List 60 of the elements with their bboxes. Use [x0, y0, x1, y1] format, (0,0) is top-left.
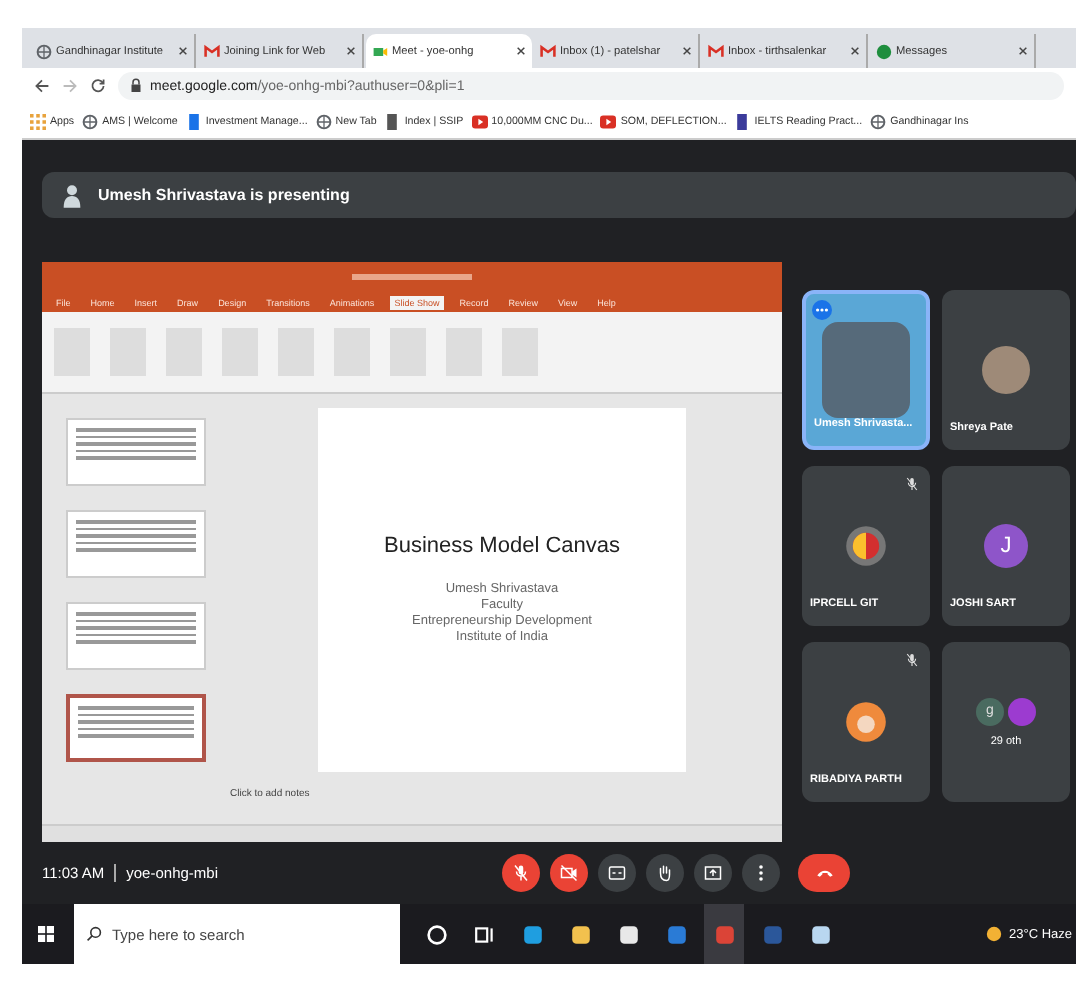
mic-button[interactable] — [502, 854, 540, 892]
letter-avatar: J — [984, 524, 1028, 568]
play-icon — [600, 113, 617, 129]
lock-icon — [130, 78, 142, 94]
play-icon — [471, 113, 488, 129]
globe-icon — [36, 43, 52, 59]
person-icon — [62, 183, 82, 207]
close-icon[interactable] — [346, 46, 356, 56]
reload-icon[interactable] — [90, 78, 106, 94]
grid-icon — [30, 113, 46, 129]
present-screen-icon — [704, 864, 722, 882]
globe-icon — [82, 113, 99, 129]
camera-icon — [560, 864, 578, 882]
search-icon — [86, 926, 102, 942]
microphone-icon — [512, 864, 530, 882]
cartoon-avatar — [844, 700, 888, 744]
circle-icon — [425, 923, 447, 945]
document-icon — [734, 113, 751, 129]
presenting-text: Umesh Shrivastava is presenting — [98, 186, 350, 204]
camera-button[interactable] — [550, 854, 588, 892]
close-icon[interactable] — [682, 46, 692, 56]
app-icon — [809, 923, 831, 945]
chat-icon — [876, 43, 892, 59]
document-icon — [185, 113, 202, 129]
app-icon — [761, 923, 783, 945]
document-icon — [384, 113, 401, 129]
hand-icon — [656, 864, 674, 882]
slide-thumbnail[interactable] — [66, 694, 206, 762]
back-icon[interactable] — [34, 78, 50, 94]
app-icon — [713, 923, 735, 945]
hand-button[interactable] — [646, 854, 684, 892]
mail-icon — [204, 43, 220, 59]
mail-icon — [708, 43, 724, 59]
more-icon[interactable] — [812, 300, 832, 320]
close-icon[interactable] — [516, 46, 526, 56]
app-icon — [569, 923, 591, 945]
close-icon[interactable] — [178, 46, 188, 56]
leave-call-button[interactable] — [798, 854, 850, 892]
globe-icon — [870, 113, 887, 129]
slide-title: Business Model Canvas — [383, 534, 620, 559]
app-icon — [521, 923, 543, 945]
present-button[interactable] — [694, 854, 732, 892]
mail-icon — [540, 43, 556, 59]
app-icon — [617, 923, 639, 945]
video-camera-icon — [372, 43, 388, 59]
sun-icon — [986, 926, 1003, 942]
close-icon[interactable] — [1018, 46, 1028, 56]
photo-placeholder — [822, 322, 910, 418]
title-bar-drawing — [352, 274, 472, 280]
logo-avatar — [844, 524, 888, 568]
captions-button[interactable] — [598, 854, 636, 892]
task-view-icon — [473, 923, 495, 945]
captions-icon — [608, 864, 626, 882]
close-icon[interactable] — [850, 46, 860, 56]
app-icon — [665, 923, 687, 945]
globe-icon — [315, 113, 332, 129]
avatar-circle — [1008, 697, 1036, 725]
photo-placeholder — [982, 346, 1030, 394]
more-button[interactable] — [742, 854, 780, 892]
windows-start-icon[interactable] — [38, 926, 54, 942]
